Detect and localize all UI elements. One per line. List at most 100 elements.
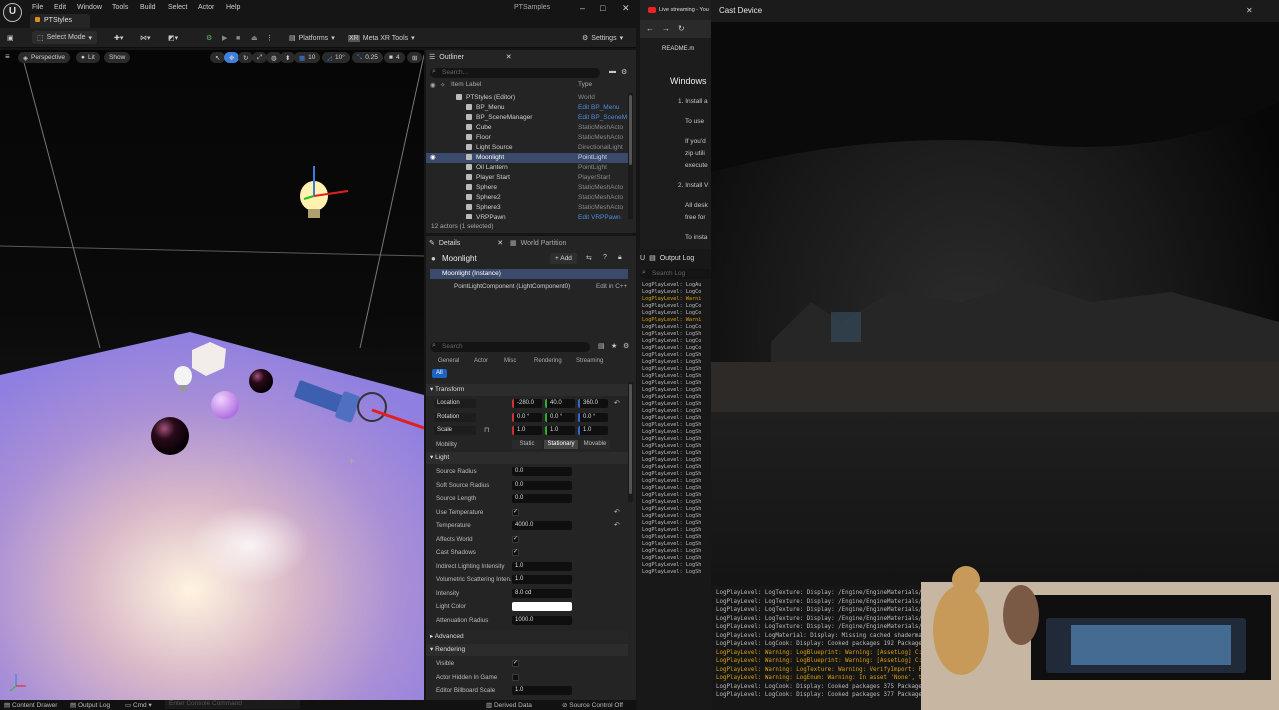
output-log-button[interactable]: ▤ Output Log	[70, 701, 110, 709]
outliner-search-input[interactable]: Search...	[430, 68, 600, 78]
property-value[interactable]: 1.0	[512, 561, 572, 571]
reset-icon[interactable]: ↶	[614, 399, 620, 407]
lock-icon[interactable]: ⊓	[484, 426, 489, 434]
property-checkbox[interactable]	[512, 673, 519, 681]
close-icon[interactable]: ✕	[622, 3, 630, 14]
outliner-row[interactable]: BP_SceneManager Edit BP_SceneM	[426, 113, 628, 123]
close-icon[interactable]: ✕	[1246, 0, 1253, 22]
play-icon[interactable]: ▶	[222, 32, 227, 44]
rotation-x[interactable]: 0.0 °	[512, 413, 542, 422]
minimize-icon[interactable]: –	[580, 3, 585, 13]
filter-all[interactable]: All	[432, 369, 447, 378]
content-drawer-button[interactable]: ▤ Content Drawer	[4, 701, 57, 709]
cmd-dropdown[interactable]: ▭ Cmd ▾	[125, 701, 152, 709]
type-header[interactable]: Type	[578, 81, 592, 88]
scale-x[interactable]: 1.0	[512, 426, 542, 435]
level-viewport[interactable]: + ≡ ◈ Perspective ● Lit Show ↖ ✥ ↻ ⤢ ◍ ⬍ ▦…	[0, 50, 424, 700]
select-mode-button[interactable]: ⬚ Select Mode ▾	[32, 31, 98, 44]
reset-icon[interactable]: ↶	[614, 521, 620, 529]
location-x[interactable]: -280.0	[512, 399, 542, 408]
platforms-button[interactable]: ▤ Platforms ▾	[289, 32, 335, 44]
world-partition-tab[interactable]: ▦ World Partition	[510, 237, 566, 249]
outliner-row[interactable]: PTStyles (Editor) World	[426, 93, 628, 103]
unreal-logo-icon[interactable]: U	[3, 3, 22, 22]
mobility-movable[interactable]: Movable	[580, 440, 610, 449]
filter-streaming[interactable]: Streaming	[572, 357, 607, 366]
property-checkbox[interactable]: ✓	[512, 549, 519, 556]
details-search-input[interactable]: Search	[430, 342, 590, 352]
blueprint-icon[interactable]: ⇆	[586, 254, 592, 262]
scale-z[interactable]: 1.0	[578, 426, 608, 435]
camera-speed-button[interactable]: ■ 4	[384, 52, 405, 63]
browser-tab-label[interactable]: Live streaming - You	[659, 7, 709, 13]
reset-icon[interactable]: ↶	[614, 508, 620, 516]
outliner-scrollbar[interactable]	[628, 93, 633, 219]
derived-data-button[interactable]: ▥ Derived Data	[486, 701, 532, 709]
scale-dropdown[interactable]: Scale	[434, 426, 476, 435]
outliner-row[interactable]: Sphere2 StaticMeshActo	[426, 193, 628, 203]
property-value[interactable]: 0.0	[512, 480, 572, 490]
forward-icon[interactable]: →	[662, 24, 670, 33]
outliner-row[interactable]: Oil Lantern PointLight	[426, 163, 628, 173]
menu-file[interactable]: File	[32, 4, 43, 11]
menu-window[interactable]: Window	[77, 4, 102, 11]
console-input[interactable]: Enter Console Command	[165, 700, 300, 709]
outliner-row[interactable]: ◉ Moonlight PointLight	[426, 153, 628, 163]
property-value[interactable]: 4000.0	[512, 521, 572, 530]
light-color-swatch[interactable]	[512, 602, 572, 611]
outliner-row[interactable]: Player Start PlayerStart	[426, 173, 628, 183]
save-icon[interactable]: ▣	[7, 32, 14, 44]
outliner-row-type[interactable]: Edit BP_SceneM	[578, 113, 627, 123]
filter-general[interactable]: General	[434, 357, 463, 366]
property-checkbox[interactable]: ✓	[512, 535, 519, 543]
grid-view-icon[interactable]: ▤	[598, 342, 605, 350]
hamburger-icon[interactable]: ≡	[5, 52, 10, 61]
light-section[interactable]: ▾ Light	[426, 452, 628, 464]
menu-tools[interactable]: Tools	[112, 4, 128, 11]
stop-icon[interactable]: ■	[236, 32, 240, 44]
maximize-icon[interactable]: □	[600, 3, 605, 13]
item-label-header[interactable]: Item Label	[451, 81, 481, 88]
perspective-button[interactable]: ◈ Perspective	[18, 52, 70, 63]
outliner-row-type[interactable]: Edit BP_Menu	[578, 103, 620, 113]
scale-y[interactable]: 1.0	[545, 426, 575, 435]
filter-misc[interactable]: Misc	[500, 357, 520, 366]
outliner-row[interactable]: Light Source DirectionalLight	[426, 143, 628, 153]
rotation-dropdown[interactable]: Rotation	[434, 413, 476, 422]
property-value[interactable]: 0.0	[512, 494, 572, 503]
close-tab-icon[interactable]: ✕	[506, 53, 512, 61]
transform-section[interactable]: ▾ Transform	[426, 384, 628, 396]
outliner-row[interactable]: Sphere3 StaticMeshActo	[426, 203, 628, 213]
add-component-button[interactable]: + Add	[550, 253, 577, 264]
scale-snap-button[interactable]: ⤡ 0.25	[352, 52, 383, 63]
show-button[interactable]: Show	[104, 52, 131, 63]
source-control-button[interactable]: ⊘ Source Control Off	[562, 701, 623, 709]
layout-icon[interactable]: ⊞	[407, 52, 423, 63]
mobility-static[interactable]: Static	[512, 440, 542, 449]
property-checkbox[interactable]: ✓	[512, 508, 519, 516]
location-y[interactable]: 40.0	[545, 399, 575, 408]
help-icon[interactable]: ?	[603, 254, 607, 261]
settings-button[interactable]: ⚙ Settings ▾	[582, 32, 623, 44]
star-icon[interactable]: ★	[611, 342, 617, 350]
outliner-row-type[interactable]: Edit VRPPawn	[578, 213, 621, 219]
eject-icon[interactable]: ⏏	[251, 32, 258, 44]
project-tab[interactable]: PTStyles	[30, 14, 90, 28]
outliner-row[interactable]: VRPPawn Edit VRPPawn	[426, 213, 628, 219]
outliner-row[interactable]: Sphere StaticMeshActo	[426, 183, 628, 193]
details-tab[interactable]: ✎ Details ✕	[429, 237, 503, 249]
menu-actor[interactable]: Actor	[198, 4, 214, 11]
compile-icon[interactable]: ⚙	[206, 32, 212, 44]
rotation-snap-button[interactable]: ◿ 10°	[322, 52, 350, 63]
details-scrollbar[interactable]	[628, 382, 633, 502]
add-content-icon[interactable]: ✚▾	[114, 32, 123, 44]
readme-tab[interactable]: README.m	[662, 46, 694, 52]
back-icon[interactable]: ←	[646, 24, 654, 33]
component-row[interactable]: PointLightComponent (LightComponent0) Ed…	[430, 282, 628, 292]
edit-cpp-link[interactable]: Edit in C++	[596, 282, 627, 292]
grid-snap-button[interactable]: ▦ 10	[294, 52, 321, 63]
gear-icon[interactable]: ⚙	[623, 342, 629, 350]
instance-row[interactable]: Moonlight (Instance)	[430, 269, 628, 279]
gear-icon[interactable]: ⚙	[621, 68, 627, 76]
output-log-tab[interactable]: U ▤ Output Log	[640, 252, 694, 264]
